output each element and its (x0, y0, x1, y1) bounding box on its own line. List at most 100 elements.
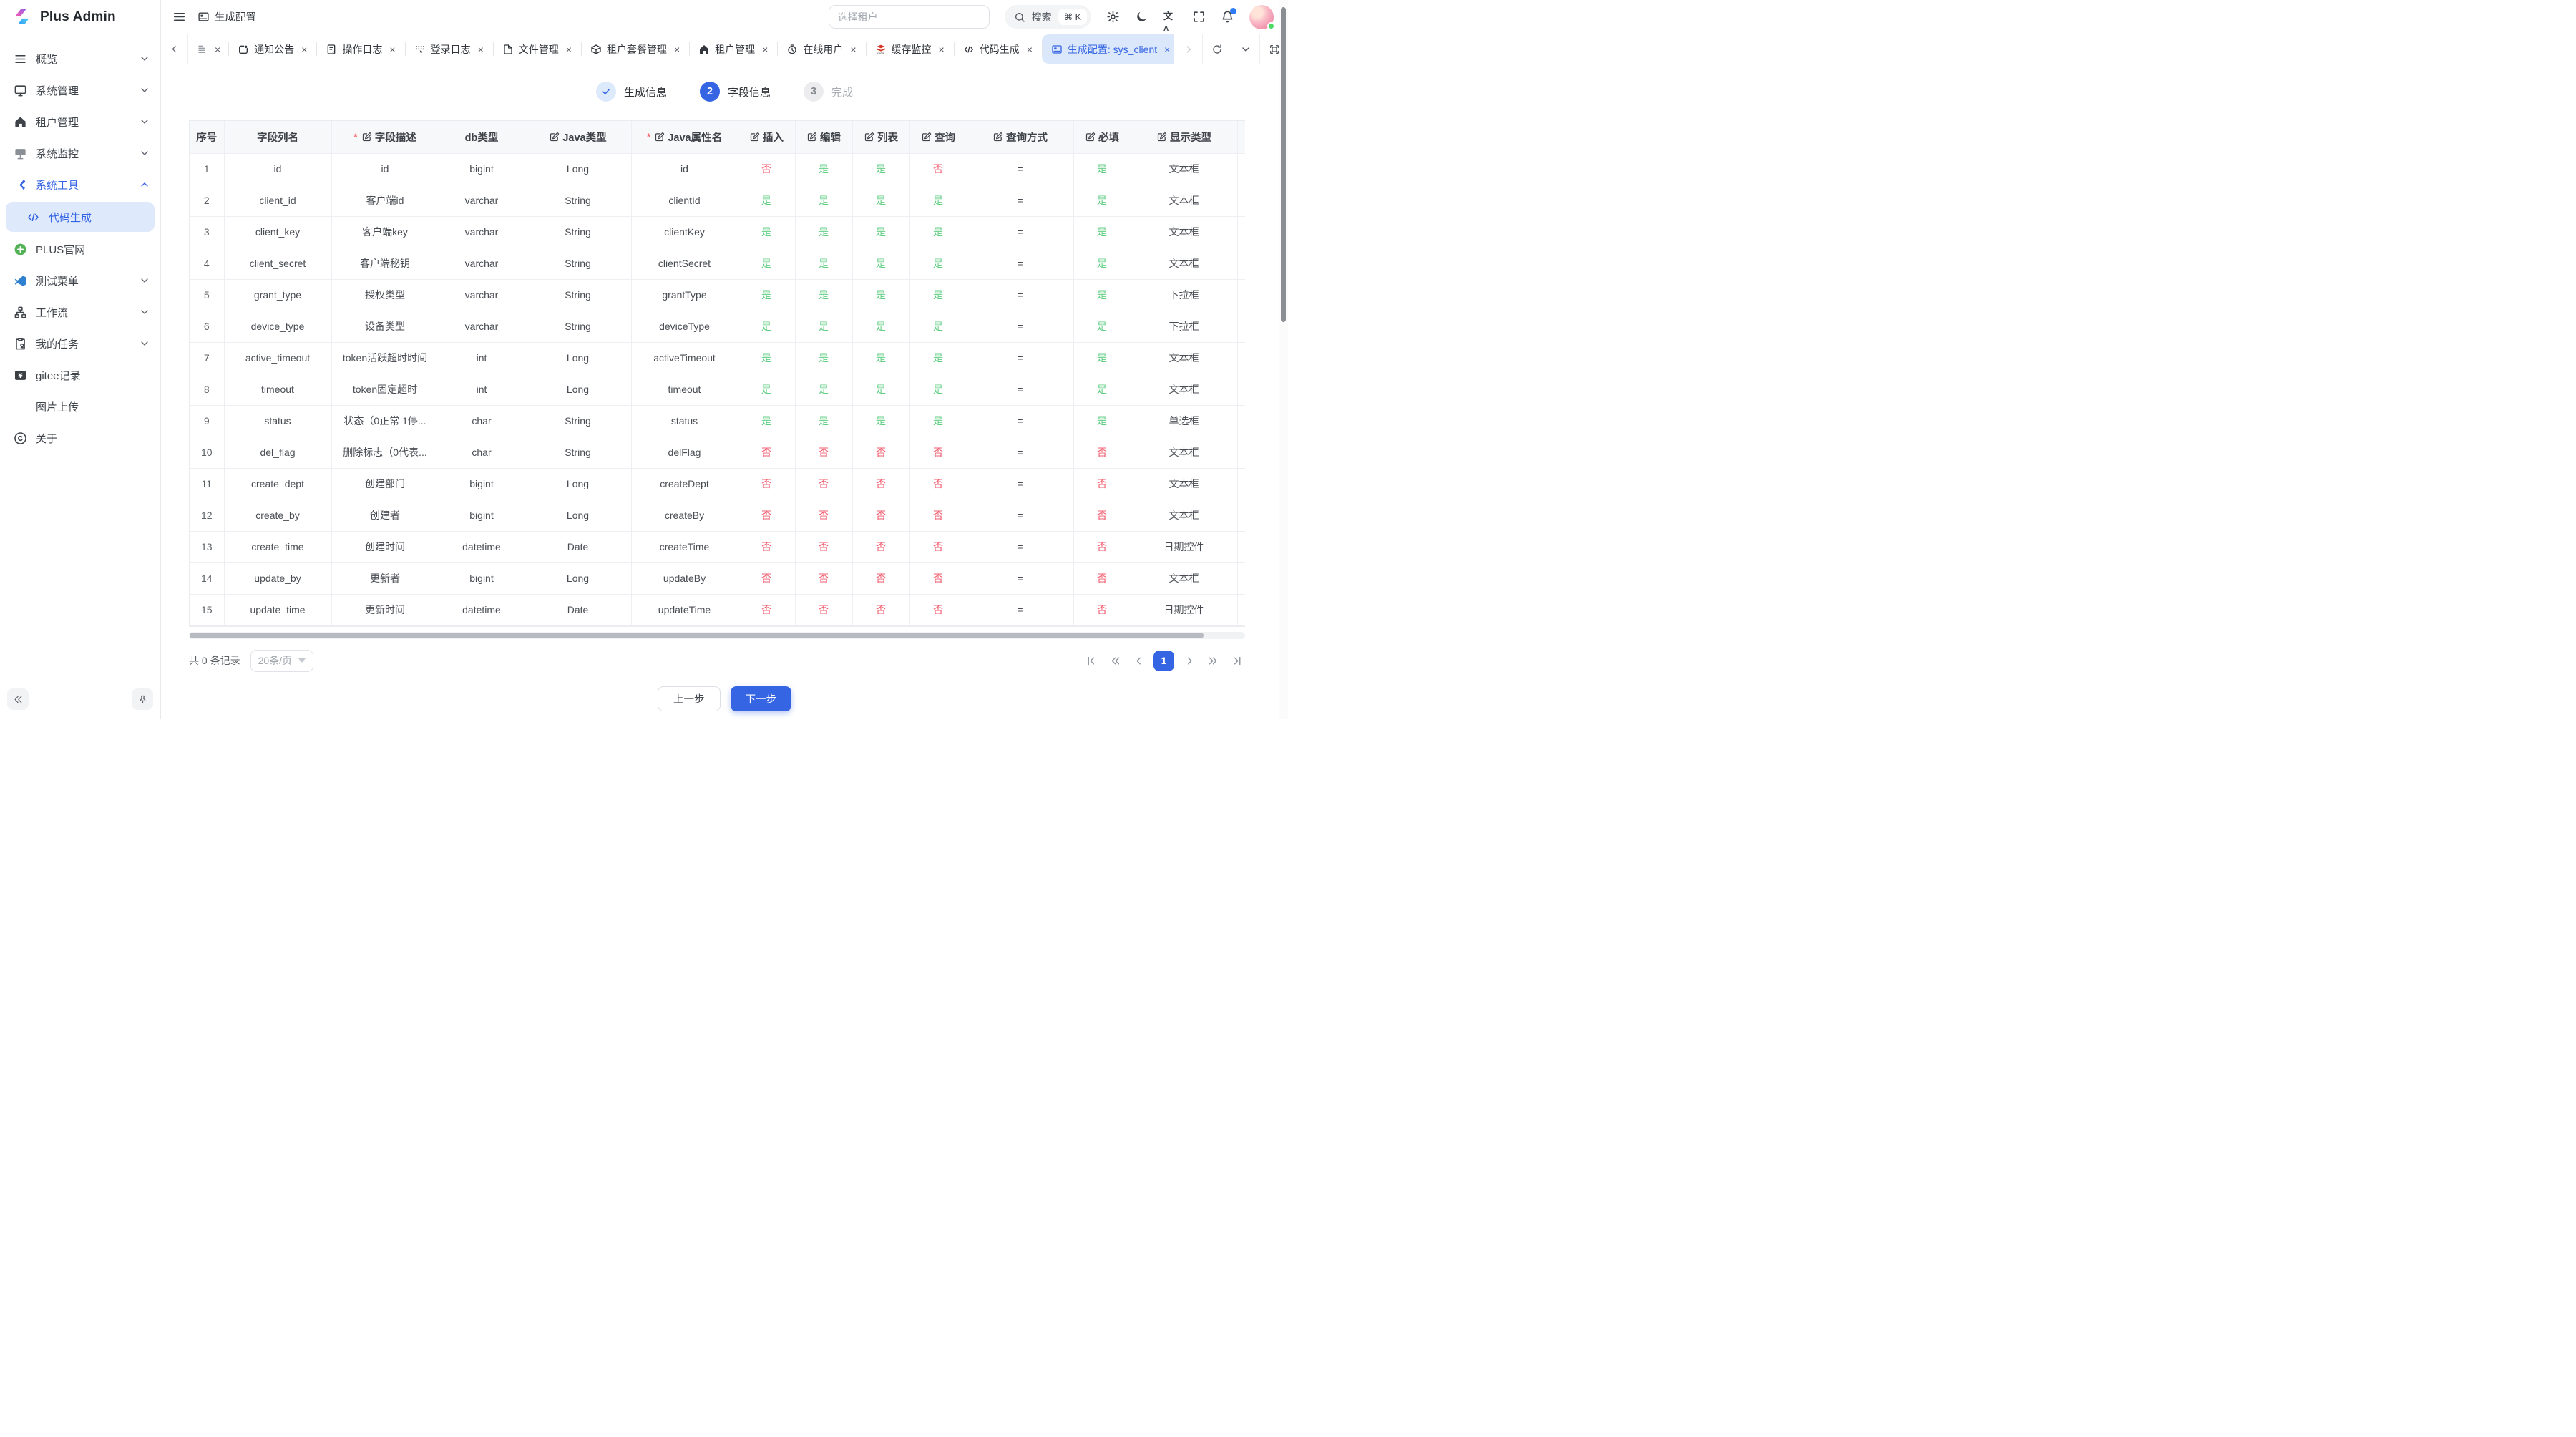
logo[interactable]: Plus Admin (0, 0, 160, 34)
cell-desc[interactable]: token活跃超时时间 (331, 342, 439, 374)
cell-query_way[interactable]: = (967, 342, 1073, 374)
pin-sidebar-button[interactable] (132, 688, 153, 710)
cell-java_prop[interactable]: clientSecret (631, 248, 738, 279)
cell-desc[interactable]: 客户端key (331, 216, 439, 248)
first-page-button[interactable] (1083, 652, 1100, 669)
cell-required[interactable]: 是 (1073, 311, 1131, 342)
cell-query[interactable]: 是 (909, 248, 967, 279)
cell-desc[interactable]: 更新时间 (331, 594, 439, 625)
cell-desc[interactable]: 状态（0正常 1停... (331, 405, 439, 437)
cell-edit[interactable]: 是 (795, 248, 852, 279)
close-icon[interactable]: × (1164, 44, 1170, 54)
cell-query[interactable]: 是 (909, 342, 967, 374)
cell-java_prop[interactable]: createDept (631, 468, 738, 500)
close-icon[interactable]: × (1027, 44, 1033, 54)
cell-query[interactable]: 是 (909, 311, 967, 342)
cell-display_type[interactable]: 文本框 (1131, 437, 1237, 468)
cell-list[interactable]: 是 (852, 185, 909, 216)
cell-insert[interactable]: 是 (738, 374, 795, 405)
cell-insert[interactable]: 是 (738, 216, 795, 248)
refresh-tab-button[interactable] (1202, 34, 1231, 64)
tab-item[interactable]: 操作日志× (316, 34, 404, 64)
cell-display_type[interactable]: 文本框 (1131, 468, 1237, 500)
cell-edit[interactable]: 是 (795, 279, 852, 311)
cell-required[interactable]: 否 (1073, 468, 1131, 500)
cell-query_way[interactable]: = (967, 185, 1073, 216)
cell-query[interactable]: 否 (909, 594, 967, 625)
cell-desc[interactable]: 创建部门 (331, 468, 439, 500)
tab-item[interactable]: × (188, 34, 228, 64)
horizontal-scrollbar-thumb[interactable] (190, 633, 1204, 638)
cell-insert[interactable]: 否 (738, 500, 795, 531)
tenant-select-input[interactable] (829, 5, 990, 29)
sidebar-item[interactable]: 图片上传 (0, 391, 160, 422)
cell-required[interactable]: 是 (1073, 279, 1131, 311)
cell-java_prop[interactable]: updateTime (631, 594, 738, 625)
settings-gear-icon[interactable] (1106, 10, 1120, 24)
cell-required[interactable]: 是 (1073, 405, 1131, 437)
cell-list[interactable]: 是 (852, 279, 909, 311)
sidebar-item[interactable]: ¥gitee记录 (0, 359, 160, 391)
cell-display_type[interactable]: 日期控件 (1131, 594, 1237, 625)
user-avatar[interactable] (1249, 5, 1274, 29)
cell-java_prop[interactable]: updateBy (631, 562, 738, 594)
cell-required[interactable]: 是 (1073, 216, 1131, 248)
cell-java_type[interactable]: String (525, 437, 631, 468)
current-page-button[interactable]: 1 (1153, 651, 1174, 671)
cell-list[interactable]: 是 (852, 374, 909, 405)
sidebar-item[interactable]: 租户管理 (0, 106, 160, 137)
cell-java_prop[interactable]: createTime (631, 531, 738, 562)
cell-java_prop[interactable]: createBy (631, 500, 738, 531)
cell-insert[interactable]: 是 (738, 342, 795, 374)
cell-insert[interactable]: 否 (738, 437, 795, 468)
cell-list[interactable]: 是 (852, 248, 909, 279)
sidebar-item[interactable]: 我的任务 (0, 328, 160, 359)
cell-insert[interactable]: 是 (738, 405, 795, 437)
cell-insert[interactable]: 是 (738, 185, 795, 216)
cell-insert[interactable]: 是 (738, 311, 795, 342)
cell-edit[interactable]: 是 (795, 153, 852, 185)
global-search-button[interactable]: 搜索 ⌘ K (1005, 5, 1091, 29)
sidebar-item[interactable]: 系统工具 (0, 169, 160, 200)
cell-java_type[interactable]: String (525, 185, 631, 216)
cell-java_prop[interactable]: timeout (631, 374, 738, 405)
cell-edit[interactable]: 是 (795, 216, 852, 248)
cell-desc[interactable]: token固定超时 (331, 374, 439, 405)
cell-query_way[interactable]: = (967, 311, 1073, 342)
cell-query[interactable]: 是 (909, 405, 967, 437)
cell-java_prop[interactable]: clientId (631, 185, 738, 216)
sidebar-item[interactable]: 概览 (0, 43, 160, 74)
cell-java_type[interactable]: Date (525, 531, 631, 562)
cell-required[interactable]: 否 (1073, 437, 1131, 468)
cell-list[interactable]: 否 (852, 562, 909, 594)
cell-query[interactable]: 是 (909, 279, 967, 311)
close-icon[interactable]: × (389, 44, 395, 54)
cell-query[interactable]: 是 (909, 185, 967, 216)
cell-display_type[interactable]: 文本框 (1131, 500, 1237, 531)
cell-java_type[interactable]: String (525, 279, 631, 311)
cell-desc[interactable]: 授权类型 (331, 279, 439, 311)
cell-query[interactable]: 否 (909, 531, 967, 562)
cell-java_type[interactable]: String (525, 311, 631, 342)
cell-display_type[interactable]: 下拉框 (1131, 311, 1237, 342)
cell-java_type[interactable]: String (525, 216, 631, 248)
close-icon[interactable]: × (215, 44, 220, 54)
cell-list[interactable]: 是 (852, 311, 909, 342)
tab-item[interactable]: 文件管理× (493, 34, 581, 64)
tab-menu-chevron-button[interactable] (1231, 34, 1259, 64)
next-step-button[interactable]: 下一步 (731, 686, 792, 711)
cell-required[interactable]: 是 (1073, 185, 1131, 216)
cell-insert[interactable]: 否 (738, 153, 795, 185)
tab-item[interactable]: 登录日志× (405, 34, 493, 64)
tab-item[interactable]: 通知公告× (228, 34, 316, 64)
cell-query[interactable]: 否 (909, 153, 967, 185)
cell-insert[interactable]: 是 (738, 279, 795, 311)
sidebar-item[interactable]: 关于 (0, 422, 160, 454)
cell-display_type[interactable]: 单选框 (1131, 405, 1237, 437)
sidebar-item[interactable]: 工作流 (0, 296, 160, 328)
cell-desc[interactable]: 客户端秘钥 (331, 248, 439, 279)
close-icon[interactable]: × (301, 44, 307, 54)
close-icon[interactable]: × (850, 44, 856, 54)
cell-display_type[interactable]: 文本框 (1131, 342, 1237, 374)
cell-edit[interactable]: 否 (795, 562, 852, 594)
